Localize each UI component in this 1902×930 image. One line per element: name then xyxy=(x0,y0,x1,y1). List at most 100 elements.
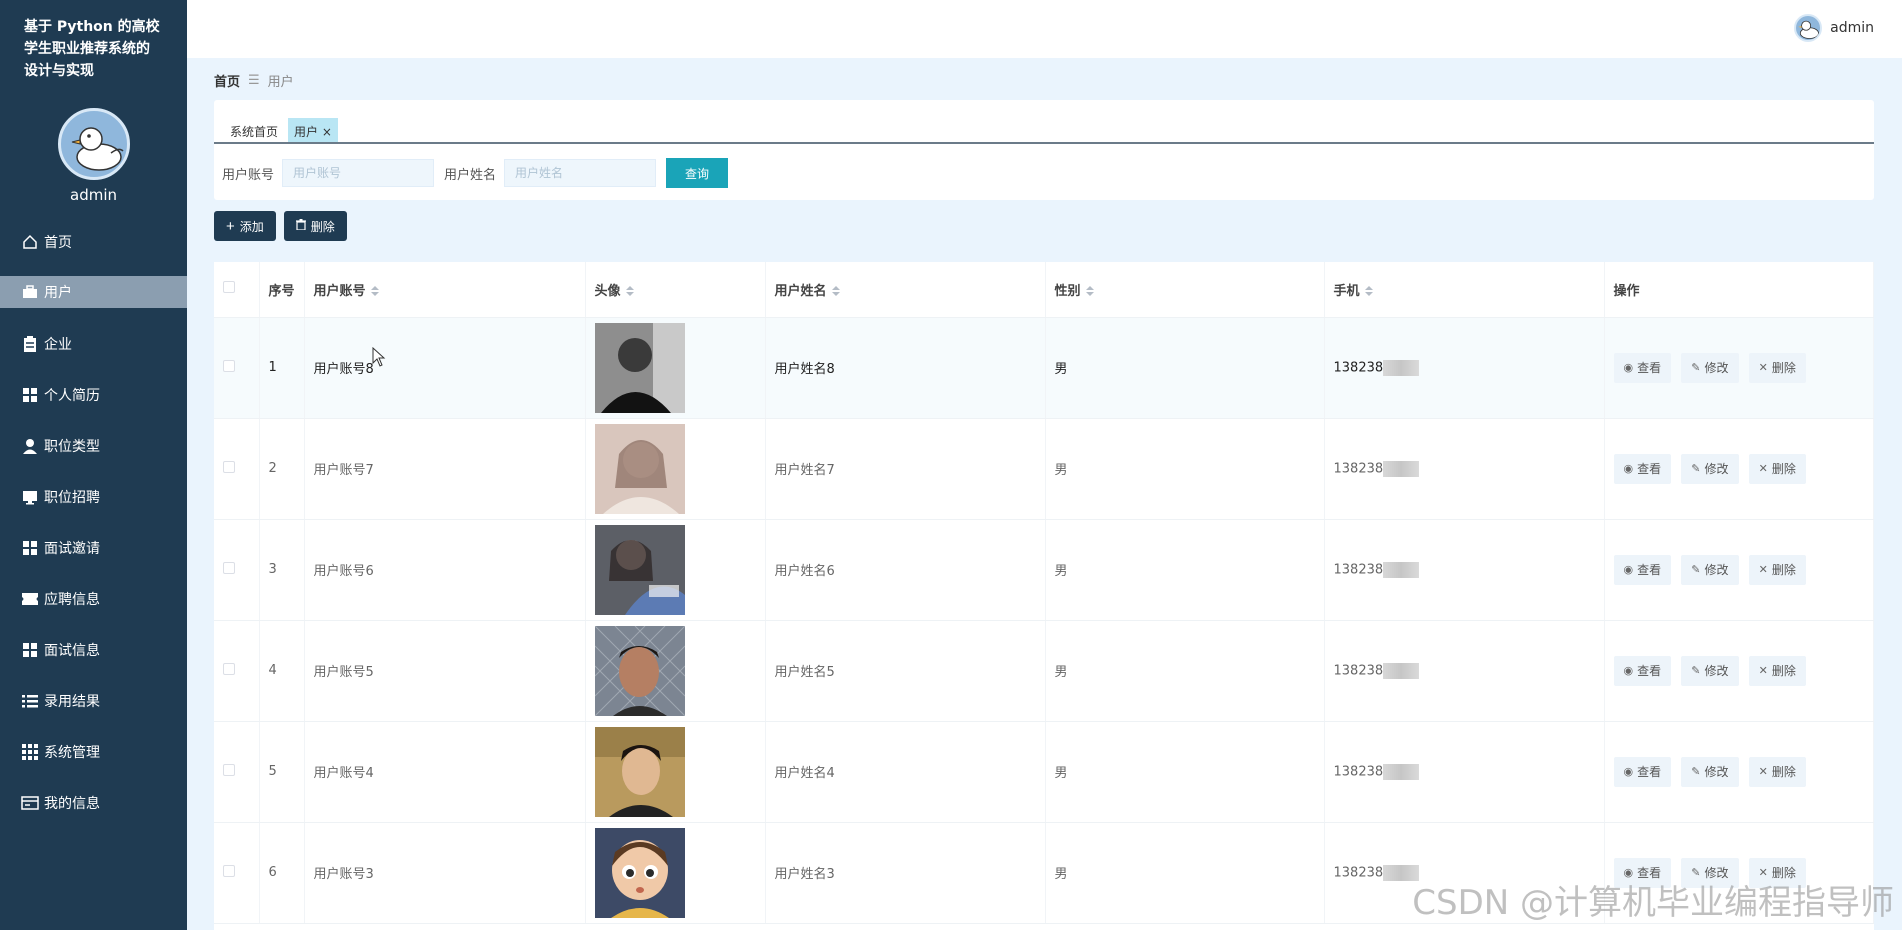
edit-label: 修改 xyxy=(1704,563,1729,577)
sort-icon[interactable] xyxy=(625,286,634,297)
row-checkbox[interactable] xyxy=(223,864,235,877)
avatar[interactable] xyxy=(1794,14,1823,42)
row-checkbox[interactable] xyxy=(223,561,235,574)
sidebar-item-job-types[interactable]: 职位类型 xyxy=(0,420,187,471)
row-index: 1 xyxy=(259,317,305,419)
mouse-cursor-icon xyxy=(372,347,386,367)
close-icon[interactable]: × xyxy=(322,125,332,139)
edit-button[interactable]: ✎ 修改 xyxy=(1681,756,1739,787)
sort-icon[interactable] xyxy=(370,286,379,297)
search-panel: 系统首页 用户 × 用户账号 用户姓名 查询 xyxy=(214,100,1874,200)
sidebar-item-home[interactable]: 首页 xyxy=(0,216,187,267)
edit-label: 修改 xyxy=(1704,664,1729,678)
duck-icon xyxy=(71,127,124,171)
row-delete-button[interactable]: ✕ 删除 xyxy=(1748,453,1806,484)
user-menu[interactable]: admin xyxy=(1794,14,1874,42)
sidebar-item-label: 职位招聘 xyxy=(44,489,100,506)
row-checkbox[interactable] xyxy=(223,763,235,776)
col-account-label: 用户账号 xyxy=(313,283,366,299)
row-index: 3 xyxy=(259,519,305,621)
table-row[interactable]: 3 用户账号6 用户姓名6 男 138238 ◉ 查看 ✎ 修改 ✕ 删除 xyxy=(214,519,1874,621)
col-phone[interactable]: 手机 xyxy=(1324,262,1605,318)
row-account: 用户账号4 xyxy=(304,721,586,823)
col-avatar[interactable]: 头像 xyxy=(585,262,766,318)
view-button[interactable]: ◉ 查看 xyxy=(1613,756,1672,787)
table-row[interactable]: 4 用户账号5 用户姓名5 男 138238 ◉ 查看 ✎ 修改 ✕ 删除 xyxy=(214,620,1874,722)
sidebar-item-applications[interactable]: 应聘信息 xyxy=(0,573,187,624)
sort-icon[interactable] xyxy=(831,286,840,297)
close-icon: ✕ xyxy=(1758,563,1768,576)
tab-label: 系统首页 xyxy=(230,125,279,139)
delete-button-label: 删除 xyxy=(310,219,335,234)
app-title-line-2: 学生职业推荐系统的 xyxy=(24,41,150,57)
table-header-row: 序号 用户账号 头像 用户姓名 性别 手机 操作 xyxy=(214,262,1874,318)
sidebar-item-system-management[interactable]: 系统管理 xyxy=(0,726,187,777)
user-photo[interactable] xyxy=(594,726,685,817)
user-photo[interactable] xyxy=(594,322,685,413)
col-gender[interactable]: 性别 xyxy=(1045,262,1325,318)
user-photo[interactable] xyxy=(594,827,685,918)
col-name-label: 用户姓名 xyxy=(774,283,827,299)
sidebar-item-companies[interactable]: 企业 xyxy=(0,318,187,369)
edit-button[interactable]: ✎ 修改 xyxy=(1681,554,1739,585)
col-name[interactable]: 用户姓名 xyxy=(765,262,1046,318)
row-delete-button[interactable]: ✕ 删除 xyxy=(1748,655,1806,686)
view-label: 查看 xyxy=(1637,462,1662,476)
row-delete-button[interactable]: ✕ 删除 xyxy=(1748,554,1806,585)
duck-icon xyxy=(1798,20,1820,39)
row-select-cell xyxy=(214,317,260,419)
table-row[interactable]: 5 用户账号4 用户姓名4 男 138238 ◉ 查看 ✎ 修改 ✕ 删除 xyxy=(214,721,1874,823)
sidebar-item-hiring-results[interactable]: 录用结果 xyxy=(0,675,187,726)
row-delete-button[interactable]: ✕ 删除 xyxy=(1748,756,1806,787)
row-checkbox[interactable] xyxy=(223,460,235,473)
table-row[interactable]: 2 用户账号7 用户姓名7 男 138238 ◉ 查看 ✎ 修改 ✕ 删除 xyxy=(214,418,1874,520)
users-table: 序号 用户账号 头像 用户姓名 性别 手机 操作 1 用户账号8 用户姓名8 男… xyxy=(214,262,1874,930)
sort-icon[interactable] xyxy=(1085,286,1094,297)
view-button[interactable]: ◉ 查看 xyxy=(1613,655,1672,686)
view-button[interactable]: ◉ 查看 xyxy=(1613,352,1672,383)
edit-button[interactable]: ✎ 修改 xyxy=(1681,453,1739,484)
monitor-icon xyxy=(20,488,40,506)
sidebar-item-resumes[interactable]: 个人简历 xyxy=(0,369,187,420)
query-button[interactable]: 查询 xyxy=(666,158,729,188)
sidebar-item-job-postings[interactable]: 职位招聘 xyxy=(0,471,187,522)
view-label: 查看 xyxy=(1637,765,1662,779)
row-select-cell xyxy=(214,620,260,722)
row-account: 用户账号5 xyxy=(304,620,586,722)
sort-icon[interactable] xyxy=(1364,286,1373,297)
row-checkbox[interactable] xyxy=(223,359,235,372)
table-row[interactable]: 1 用户账号8 用户姓名8 男 138238 ◉ 查看 ✎ 修改 ✕ 删除 xyxy=(214,317,1874,419)
row-phone-cell: 138238 xyxy=(1324,620,1605,722)
name-search-input[interactable] xyxy=(504,159,657,187)
breadcrumb-home[interactable]: 首页 xyxy=(214,71,240,90)
account-search-input[interactable] xyxy=(282,159,435,187)
user-photo[interactable] xyxy=(594,625,685,716)
tab-system-home[interactable]: 系统首页 xyxy=(224,118,284,142)
sidebar-item-label: 企业 xyxy=(44,336,72,353)
view-button[interactable]: ◉ 查看 xyxy=(1613,554,1672,585)
view-button[interactable]: ◉ 查看 xyxy=(1613,453,1672,484)
col-account[interactable]: 用户账号 xyxy=(304,262,586,318)
tab-users[interactable]: 用户 × xyxy=(288,118,338,142)
row-delete-button[interactable]: ✕ 删除 xyxy=(1748,352,1806,383)
row-select-cell xyxy=(214,418,260,520)
sidebar-item-interview-invites[interactable]: 面试邀请 xyxy=(0,522,187,573)
sidebar-item-my-info[interactable]: 我的信息 xyxy=(0,777,187,828)
avatar[interactable] xyxy=(57,108,130,180)
ticket-icon xyxy=(20,590,40,608)
edit-button[interactable]: ✎ 修改 xyxy=(1681,655,1739,686)
grid-icon xyxy=(20,386,40,404)
user-photo[interactable] xyxy=(594,423,685,514)
add-button[interactable]: + 添加 xyxy=(214,211,276,241)
sidebar-item-interviews[interactable]: 面试信息 xyxy=(0,624,187,675)
row-phone: 138238 xyxy=(1333,764,1384,779)
card-icon xyxy=(20,794,40,812)
edit-button[interactable]: ✎ 修改 xyxy=(1681,352,1739,383)
sidebar-item-users[interactable]: 用户 xyxy=(0,276,187,308)
sidebar-item-label: 用户 xyxy=(44,285,72,301)
delete-button[interactable]: 删除 xyxy=(283,211,347,241)
select-all-checkbox[interactable] xyxy=(223,281,235,294)
user-photo[interactable] xyxy=(594,524,685,615)
eye-icon: ◉ xyxy=(1623,563,1634,576)
row-checkbox[interactable] xyxy=(223,662,235,675)
